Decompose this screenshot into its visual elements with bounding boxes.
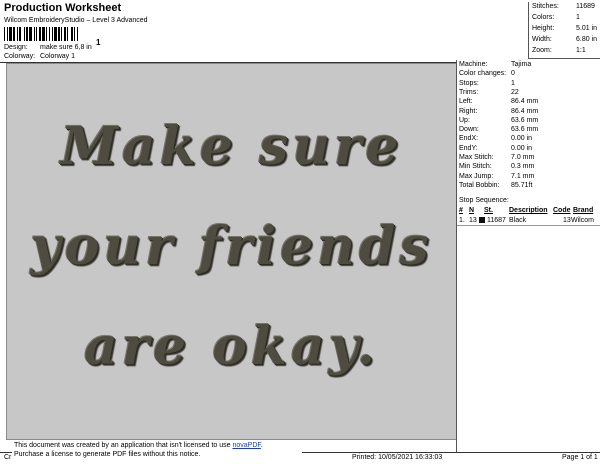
machine-info-label: Color changes: <box>459 70 507 78</box>
stat-label: Stitches: <box>532 3 559 10</box>
machine-info-label: Up: <box>459 116 470 124</box>
machine-info-value: 86.4 mm <box>511 98 539 106</box>
design-value: make sure 6,8 in <box>40 44 92 51</box>
embroidery-text-line-3: are okay. <box>83 316 380 377</box>
thread-color-swatch <box>479 217 485 223</box>
stat-value: 1 <box>576 14 580 21</box>
col-header-stitches: St. <box>484 207 493 214</box>
machine-info-value: 63.6 mm <box>511 126 539 134</box>
machine-info-label: EndY: <box>459 144 478 152</box>
notice-text: This document was created by an applicat… <box>14 442 233 449</box>
machine-info-label: Stops: <box>459 79 479 87</box>
machine-info-value: 63.6 mm <box>511 116 539 124</box>
printed-timestamp: Printed: 10/05/2021 16:33:03 <box>352 454 443 461</box>
machine-info-label: Machine: <box>459 61 488 68</box>
stat-label: Height: <box>532 25 555 32</box>
col-header-code: Code <box>553 207 571 214</box>
machine-info-value: 22 <box>511 88 519 96</box>
page-number: Page 1 of 1 <box>562 454 598 461</box>
col-header-number: # <box>459 207 463 214</box>
stat-value: 5.01 in <box>576 25 598 32</box>
design-preview: Make sure your friends are okay. <box>6 63 457 440</box>
machine-info-value: 85.71ft <box>511 181 533 189</box>
machine-info-value: 0 <box>511 70 515 78</box>
novapdf-link[interactable]: novaPDF <box>232 442 260 449</box>
barcode <box>4 27 78 41</box>
colorway-value: Colorway 1 <box>40 53 76 60</box>
col-header-n: N <box>469 207 475 214</box>
stat-value: 6.80 in <box>576 36 598 43</box>
software-subtitle: Wilcom EmbroideryStudio – Level 3 Advanc… <box>4 17 148 24</box>
page-title: Production Worksheet <box>4 2 122 14</box>
machine-info-value: 86.4 mm <box>511 107 539 115</box>
machine-info-label: Right: <box>459 107 478 115</box>
notice-period: . <box>260 442 263 449</box>
stat-label: Zoom: <box>532 47 552 54</box>
footer-left-text: Cr <box>4 454 12 461</box>
machine-info-value: 0.3 mm <box>511 163 535 171</box>
stop-sequence-title: Stop Sequence: <box>459 197 509 204</box>
machine-info-label: Left: <box>459 98 473 106</box>
machine-info-value: 7.1 mm <box>511 172 535 180</box>
machine-info-label: Trims: <box>459 88 479 96</box>
stat-value: 11689 <box>576 3 595 10</box>
machine-info-label: EndX: <box>459 135 479 143</box>
colorway-label: Colorway: <box>4 53 36 60</box>
stat-label: Colors: <box>532 14 555 21</box>
row-divider <box>457 225 600 226</box>
machine-info-label: Down: <box>459 126 479 134</box>
machine-info-label: Min Stitch: <box>459 163 492 171</box>
stat-value: 1:1 <box>576 47 586 54</box>
machine-info-label: Max Stitch: <box>459 154 494 161</box>
barcode-digit: 1 <box>96 38 101 47</box>
machine-info-value: 7.0 mm <box>511 154 535 161</box>
col-header-brand: Brand <box>573 207 594 214</box>
stats-box: Stitches: 11689 Colors: 1 Height: 5.01 in Widt… <box>528 2 600 59</box>
embroidery-text-line-2: your friends <box>30 216 433 277</box>
machine-info-value: Tajima <box>511 61 532 68</box>
machine-info-value: 0.00 in <box>511 144 533 152</box>
machine-info-value: 1 <box>511 79 515 87</box>
machine-info-label: Max Jump: <box>459 172 494 180</box>
notice-purchase-text: Purchase a license to generate PDF files… <box>14 451 201 459</box>
machine-info-value: 0.00 in <box>511 135 533 143</box>
design-label: Design: <box>4 44 28 51</box>
machine-info-label: Total Bobbin: <box>459 181 500 189</box>
embroidery-text-line-1: Make sure <box>60 116 403 177</box>
col-header-description: Description <box>509 207 548 214</box>
stat-label: Width: <box>532 36 552 43</box>
machine-info-panel: Machine: Tajima Color changes: 0 Stops: 1 Trim… <box>456 60 600 452</box>
license-notice: This document was created by an applicat… <box>12 440 302 462</box>
